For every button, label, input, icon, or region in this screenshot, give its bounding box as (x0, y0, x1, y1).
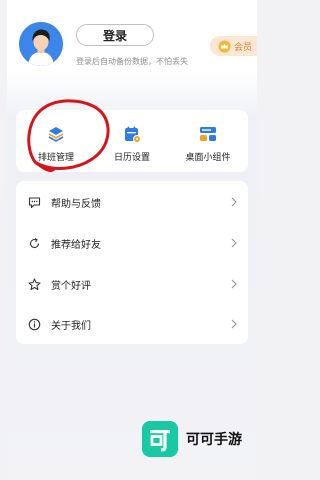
layers-icon (48, 127, 64, 142)
vip-badge[interactable]: 会员 (210, 36, 257, 56)
tool-calendar-settings[interactable]: 日历设置 (94, 120, 170, 168)
share-icon (29, 237, 40, 248)
chevron-right-icon (231, 279, 237, 289)
menu-item-label: 帮助与反馈 (51, 198, 101, 210)
profile-header: 登录 登录后自动备份数据，不怕丢失 会员 (7, 0, 257, 90)
login-button[interactable]: 登录 (76, 24, 154, 46)
login-hint: 登录后自动备份数据，不怕丢失 (76, 57, 188, 66)
avatar[interactable] (19, 22, 63, 66)
chevron-right-icon (231, 238, 237, 248)
vip-label: 会员 (234, 42, 253, 53)
menu-item-label: 赏个好评 (51, 280, 91, 292)
menu-item-help-feedback[interactable]: 帮助与反馈 (16, 182, 248, 222)
calendar-settings-icon (125, 126, 141, 143)
menu-item-label: 关于我们 (51, 320, 91, 332)
chevron-right-icon (231, 319, 237, 329)
menu-card: 帮助与反馈 推荐给好友 赏个好评 关于我们 (16, 181, 248, 344)
watermark-logo-icon (142, 421, 178, 457)
watermark: 可可手游 (142, 421, 242, 457)
profile-screen: 登录 登录后自动备份数据，不怕丢失 会员 排班管理 日历设置 桌面小组件 帮助与… (7, 0, 257, 480)
tool-desktop-widget[interactable]: 桌面小组件 (170, 120, 246, 168)
chevron-right-icon (231, 197, 237, 207)
star-icon (28, 277, 41, 290)
watermark-text: 可可手游 (186, 432, 242, 448)
widget-icon (200, 127, 216, 141)
menu-item-rate[interactable]: 赏个好评 (16, 264, 248, 304)
feedback-icon (28, 196, 41, 208)
menu-item-label: 推荐给好友 (51, 239, 101, 251)
crown-icon (218, 40, 231, 52)
tool-label: 排班管理 (37, 153, 74, 163)
tool-label: 桌面小组件 (185, 153, 231, 163)
info-icon (28, 318, 41, 330)
tool-shift-management[interactable]: 排班管理 (18, 120, 94, 168)
menu-item-about[interactable]: 关于我们 (16, 304, 248, 344)
tool-label: 日历设置 (113, 153, 150, 163)
tools-card: 排班管理 日历设置 桌面小组件 (16, 110, 248, 172)
menu-item-recommend[interactable]: 推荐给好友 (16, 223, 248, 263)
